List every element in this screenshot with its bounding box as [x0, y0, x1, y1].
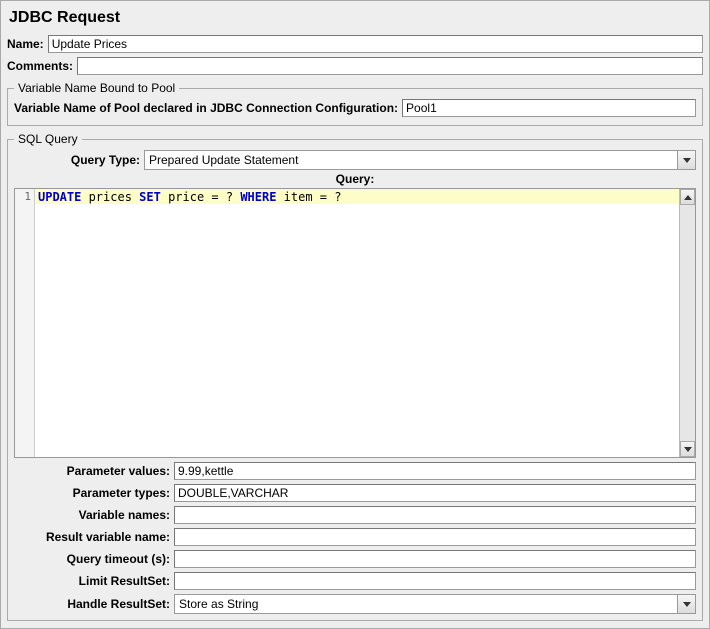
query-timeout-input[interactable]: [174, 550, 696, 568]
pool-label: Variable Name of Pool declared in JDBC C…: [14, 101, 402, 115]
query-timeout-label: Query timeout (s):: [14, 552, 174, 566]
editor-scrollbar[interactable]: [679, 189, 695, 457]
comments-input[interactable]: [77, 57, 703, 75]
comments-row: Comments:: [7, 57, 703, 75]
variable-names-label: Variable names:: [14, 508, 174, 522]
param-types-row: Parameter types:: [14, 484, 696, 502]
query-type-select[interactable]: Prepared Update Statement: [144, 150, 696, 170]
limit-result-label: Limit ResultSet:: [14, 574, 174, 588]
gutter-line-1: 1: [15, 190, 31, 203]
comments-label: Comments:: [7, 59, 77, 73]
sql-fieldset: SQL Query Query Type: Prepared Update St…: [7, 132, 703, 621]
handle-result-row: Handle ResultSet: Store as String: [14, 594, 696, 614]
sql-legend: SQL Query: [14, 132, 82, 146]
result-var-input[interactable]: [174, 528, 696, 546]
editor-gutter: 1: [15, 189, 35, 457]
chevron-down-icon: [677, 151, 695, 169]
query-timeout-row: Query timeout (s):: [14, 550, 696, 568]
result-var-label: Result variable name:: [14, 530, 174, 544]
variable-names-input[interactable]: [174, 506, 696, 524]
query-type-value: Prepared Update Statement: [145, 153, 677, 167]
param-values-input[interactable]: [174, 462, 696, 480]
result-var-row: Result variable name:: [14, 528, 696, 546]
param-types-input[interactable]: [174, 484, 696, 502]
pool-legend: Variable Name Bound to Pool: [14, 81, 179, 95]
scroll-up-icon[interactable]: [680, 189, 695, 205]
variable-names-row: Variable names:: [14, 506, 696, 524]
jdbc-request-panel: JDBC Request Name: Comments: Variable Na…: [0, 0, 710, 629]
query-type-label: Query Type:: [14, 153, 144, 167]
param-values-label: Parameter values:: [14, 464, 174, 478]
query-type-row: Query Type: Prepared Update Statement: [14, 150, 696, 170]
pool-row: Variable Name of Pool declared in JDBC C…: [14, 99, 696, 117]
name-input[interactable]: [48, 35, 703, 53]
handle-result-value: Store as String: [175, 597, 677, 611]
param-values-row: Parameter values:: [14, 462, 696, 480]
page-title: JDBC Request: [9, 9, 703, 27]
scroll-down-icon[interactable]: [680, 441, 695, 457]
name-row: Name:: [7, 35, 703, 53]
query-editor[interactable]: 1 UPDATE prices SET price = ? WHERE item…: [14, 188, 696, 458]
pool-input[interactable]: [402, 99, 696, 117]
param-types-label: Parameter types:: [14, 486, 174, 500]
editor-line-1: UPDATE prices SET price = ? WHERE item =…: [35, 189, 679, 204]
editor-body[interactable]: UPDATE prices SET price = ? WHERE item =…: [35, 189, 679, 457]
query-header: Query:: [14, 172, 696, 186]
pool-fieldset: Variable Name Bound to Pool Variable Nam…: [7, 81, 703, 126]
name-label: Name:: [7, 37, 48, 51]
limit-result-input[interactable]: [174, 572, 696, 590]
chevron-down-icon: [677, 595, 695, 613]
handle-result-label: Handle ResultSet:: [14, 597, 174, 611]
handle-result-select[interactable]: Store as String: [174, 594, 696, 614]
limit-result-row: Limit ResultSet:: [14, 572, 696, 590]
